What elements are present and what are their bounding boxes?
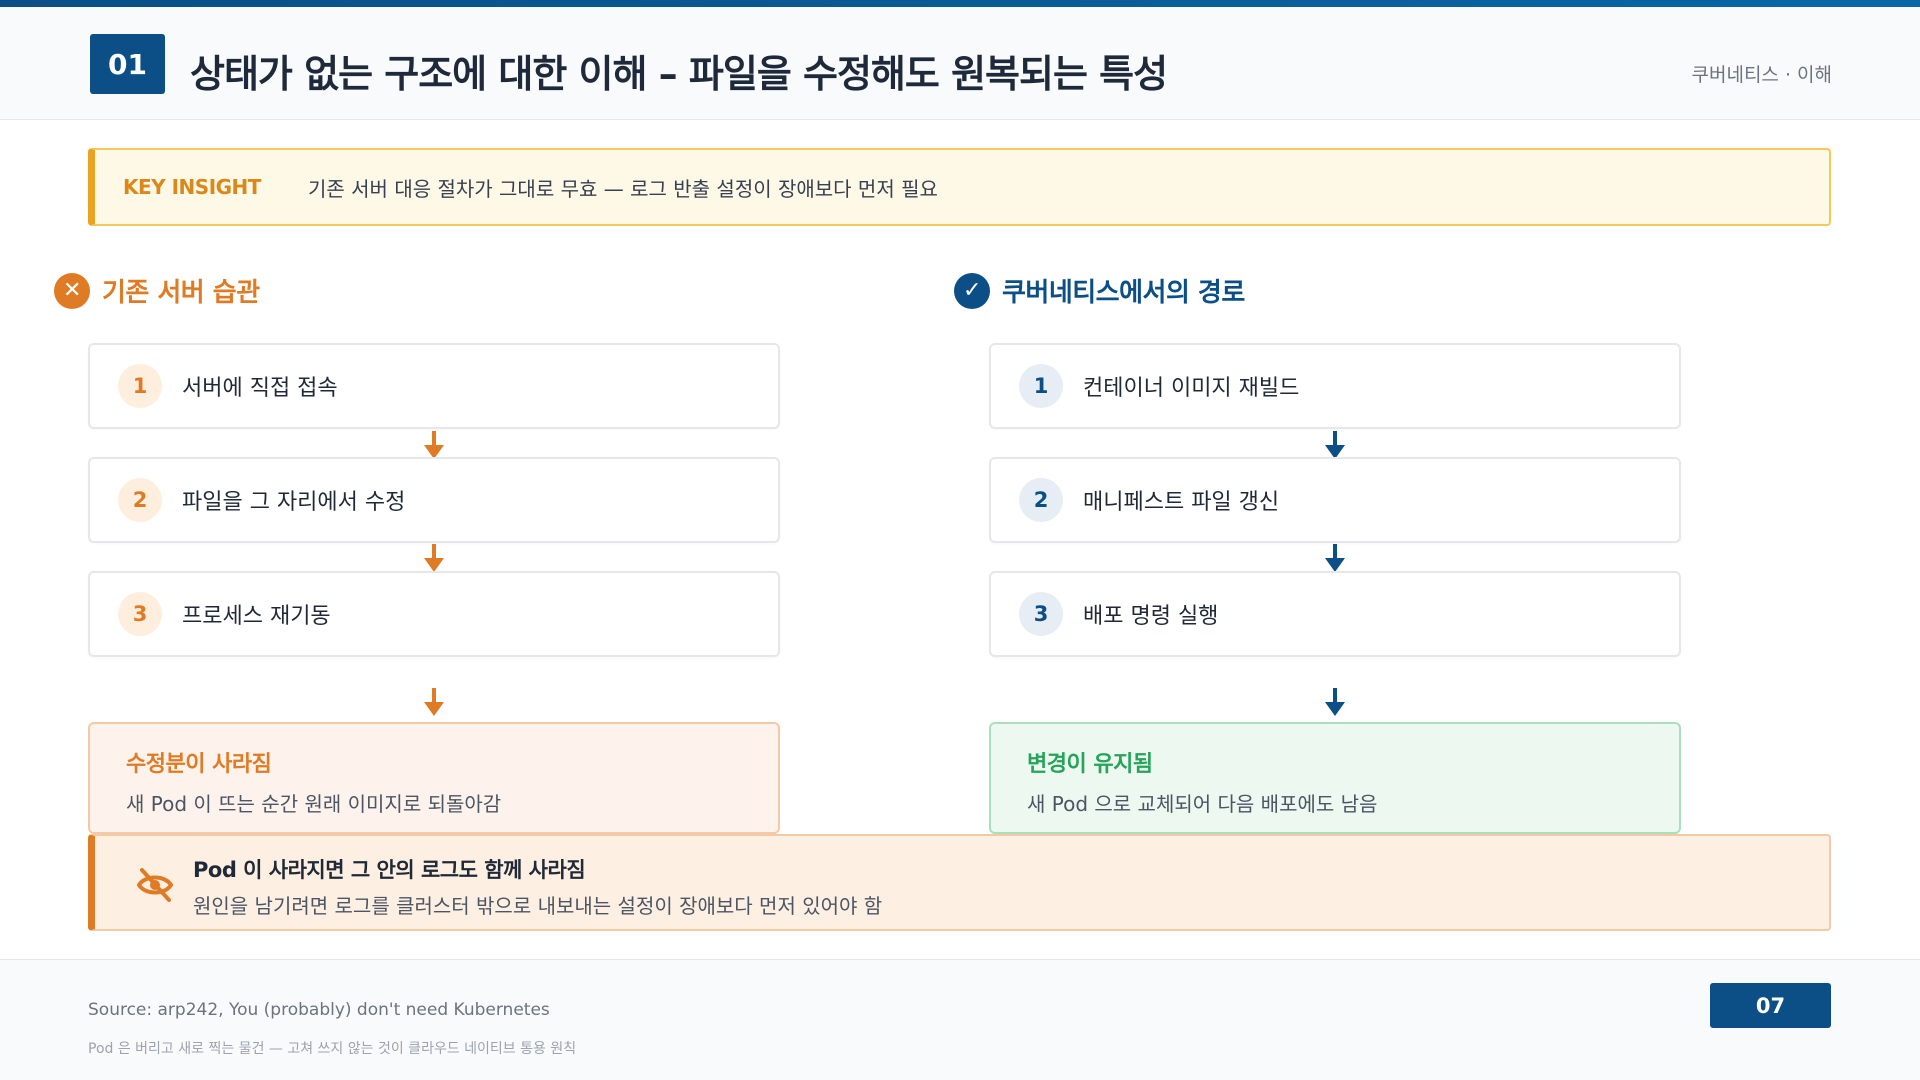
step-number: 1 [118, 364, 162, 408]
footer-note: Pod 은 버리고 새로 찍는 물건 — 고쳐 쓰지 않는 것이 클라우드 네이… [88, 1041, 577, 1057]
left-column-heading: ✕ 기존 서버 습관 [54, 272, 260, 309]
x-circle-icon: ✕ [54, 272, 90, 309]
right-result-box: 변경이 유지됨 새 Pod 으로 교체되어 다음 배포에도 남음 [989, 722, 1681, 834]
page-number-badge: 07 [1710, 983, 1831, 1028]
result-desc: 새 Pod 이 뜨는 순간 원래 이미지로 되돌아감 [126, 792, 502, 816]
result-desc: 새 Pod 으로 교체되어 다음 배포에도 남음 [1027, 792, 1378, 816]
arrow-down-icon [424, 544, 444, 574]
left-step-1: 1 서버에 직접 접속 [88, 343, 780, 429]
right-column-heading: ✓ 쿠버네티스에서의 경로 [954, 272, 1245, 309]
page-title: 상태가 없는 구조에 대한 이해 – 파일을 수정해도 원복되는 특성 [190, 52, 1168, 96]
step-number: 2 [1019, 478, 1063, 522]
insight-text: 기존 서버 대응 절차가 그대로 무효 — 로그 반출 설정이 장애보다 먼저 … [308, 176, 938, 201]
footer: Source: arp242, You (probably) don't nee… [0, 959, 1920, 1080]
arrow-down-icon [1325, 688, 1345, 718]
insight-label: KEY INSIGHT [123, 175, 261, 199]
right-step-2: 2 매니페스트 파일 갱신 [989, 457, 1681, 543]
left-heading-label: 기존 서버 습관 [102, 278, 260, 308]
warning-desc: 원인을 남기려면 로그를 클러스터 밖으로 내보내는 설정이 장애보다 먼저 있… [193, 894, 883, 918]
warning-title: Pod 이 사라지면 그 안의 로그도 함께 사라짐 [193, 858, 586, 882]
step-label: 컨테이너 이미지 재빌드 [1083, 376, 1300, 401]
arrow-down-icon [1325, 544, 1345, 574]
step-label: 매니페스트 파일 갱신 [1083, 490, 1280, 515]
source-citation: Source: arp242, You (probably) don't nee… [88, 1000, 550, 1020]
step-number: 3 [118, 592, 162, 636]
right-heading-label: 쿠버네티스에서의 경로 [1002, 278, 1245, 308]
left-step-3: 3 프로세스 재기동 [88, 571, 780, 657]
top-accent-bar [0, 0, 1920, 7]
right-step-1: 1 컨테이너 이미지 재빌드 [989, 343, 1681, 429]
step-number: 2 [118, 478, 162, 522]
left-result-box: 수정분이 사라짐 새 Pod 이 뜨는 순간 원래 이미지로 되돌아감 [88, 722, 780, 834]
step-label: 배포 명령 실행 [1083, 604, 1219, 629]
step-number: 3 [1019, 592, 1063, 636]
arrow-down-icon [424, 688, 444, 718]
check-circle-icon: ✓ [954, 272, 990, 309]
result-title: 변경이 유지됨 [1027, 752, 1153, 777]
step-label: 서버에 직접 접속 [182, 376, 338, 401]
eye-off-icon [136, 868, 174, 902]
left-step-2: 2 파일을 그 자리에서 수정 [88, 457, 780, 543]
key-insight-box: KEY INSIGHT 기존 서버 대응 절차가 그대로 무효 — 로그 반출 … [88, 148, 1831, 226]
step-number: 1 [1019, 364, 1063, 408]
step-label: 프로세스 재기동 [182, 604, 331, 629]
header: 01 상태가 없는 구조에 대한 이해 – 파일을 수정해도 원복되는 특성 쿠… [0, 7, 1920, 120]
right-step-3: 3 배포 명령 실행 [989, 571, 1681, 657]
result-title: 수정분이 사라짐 [126, 752, 272, 777]
step-label: 파일을 그 자리에서 수정 [182, 490, 406, 515]
breadcrumb: 쿠버네티스 · 이해 [1691, 64, 1832, 86]
warning-callout: Pod 이 사라지면 그 안의 로그도 함께 사라짐 원인을 남기려면 로그를 … [88, 834, 1831, 931]
section-number-badge: 01 [90, 34, 165, 94]
